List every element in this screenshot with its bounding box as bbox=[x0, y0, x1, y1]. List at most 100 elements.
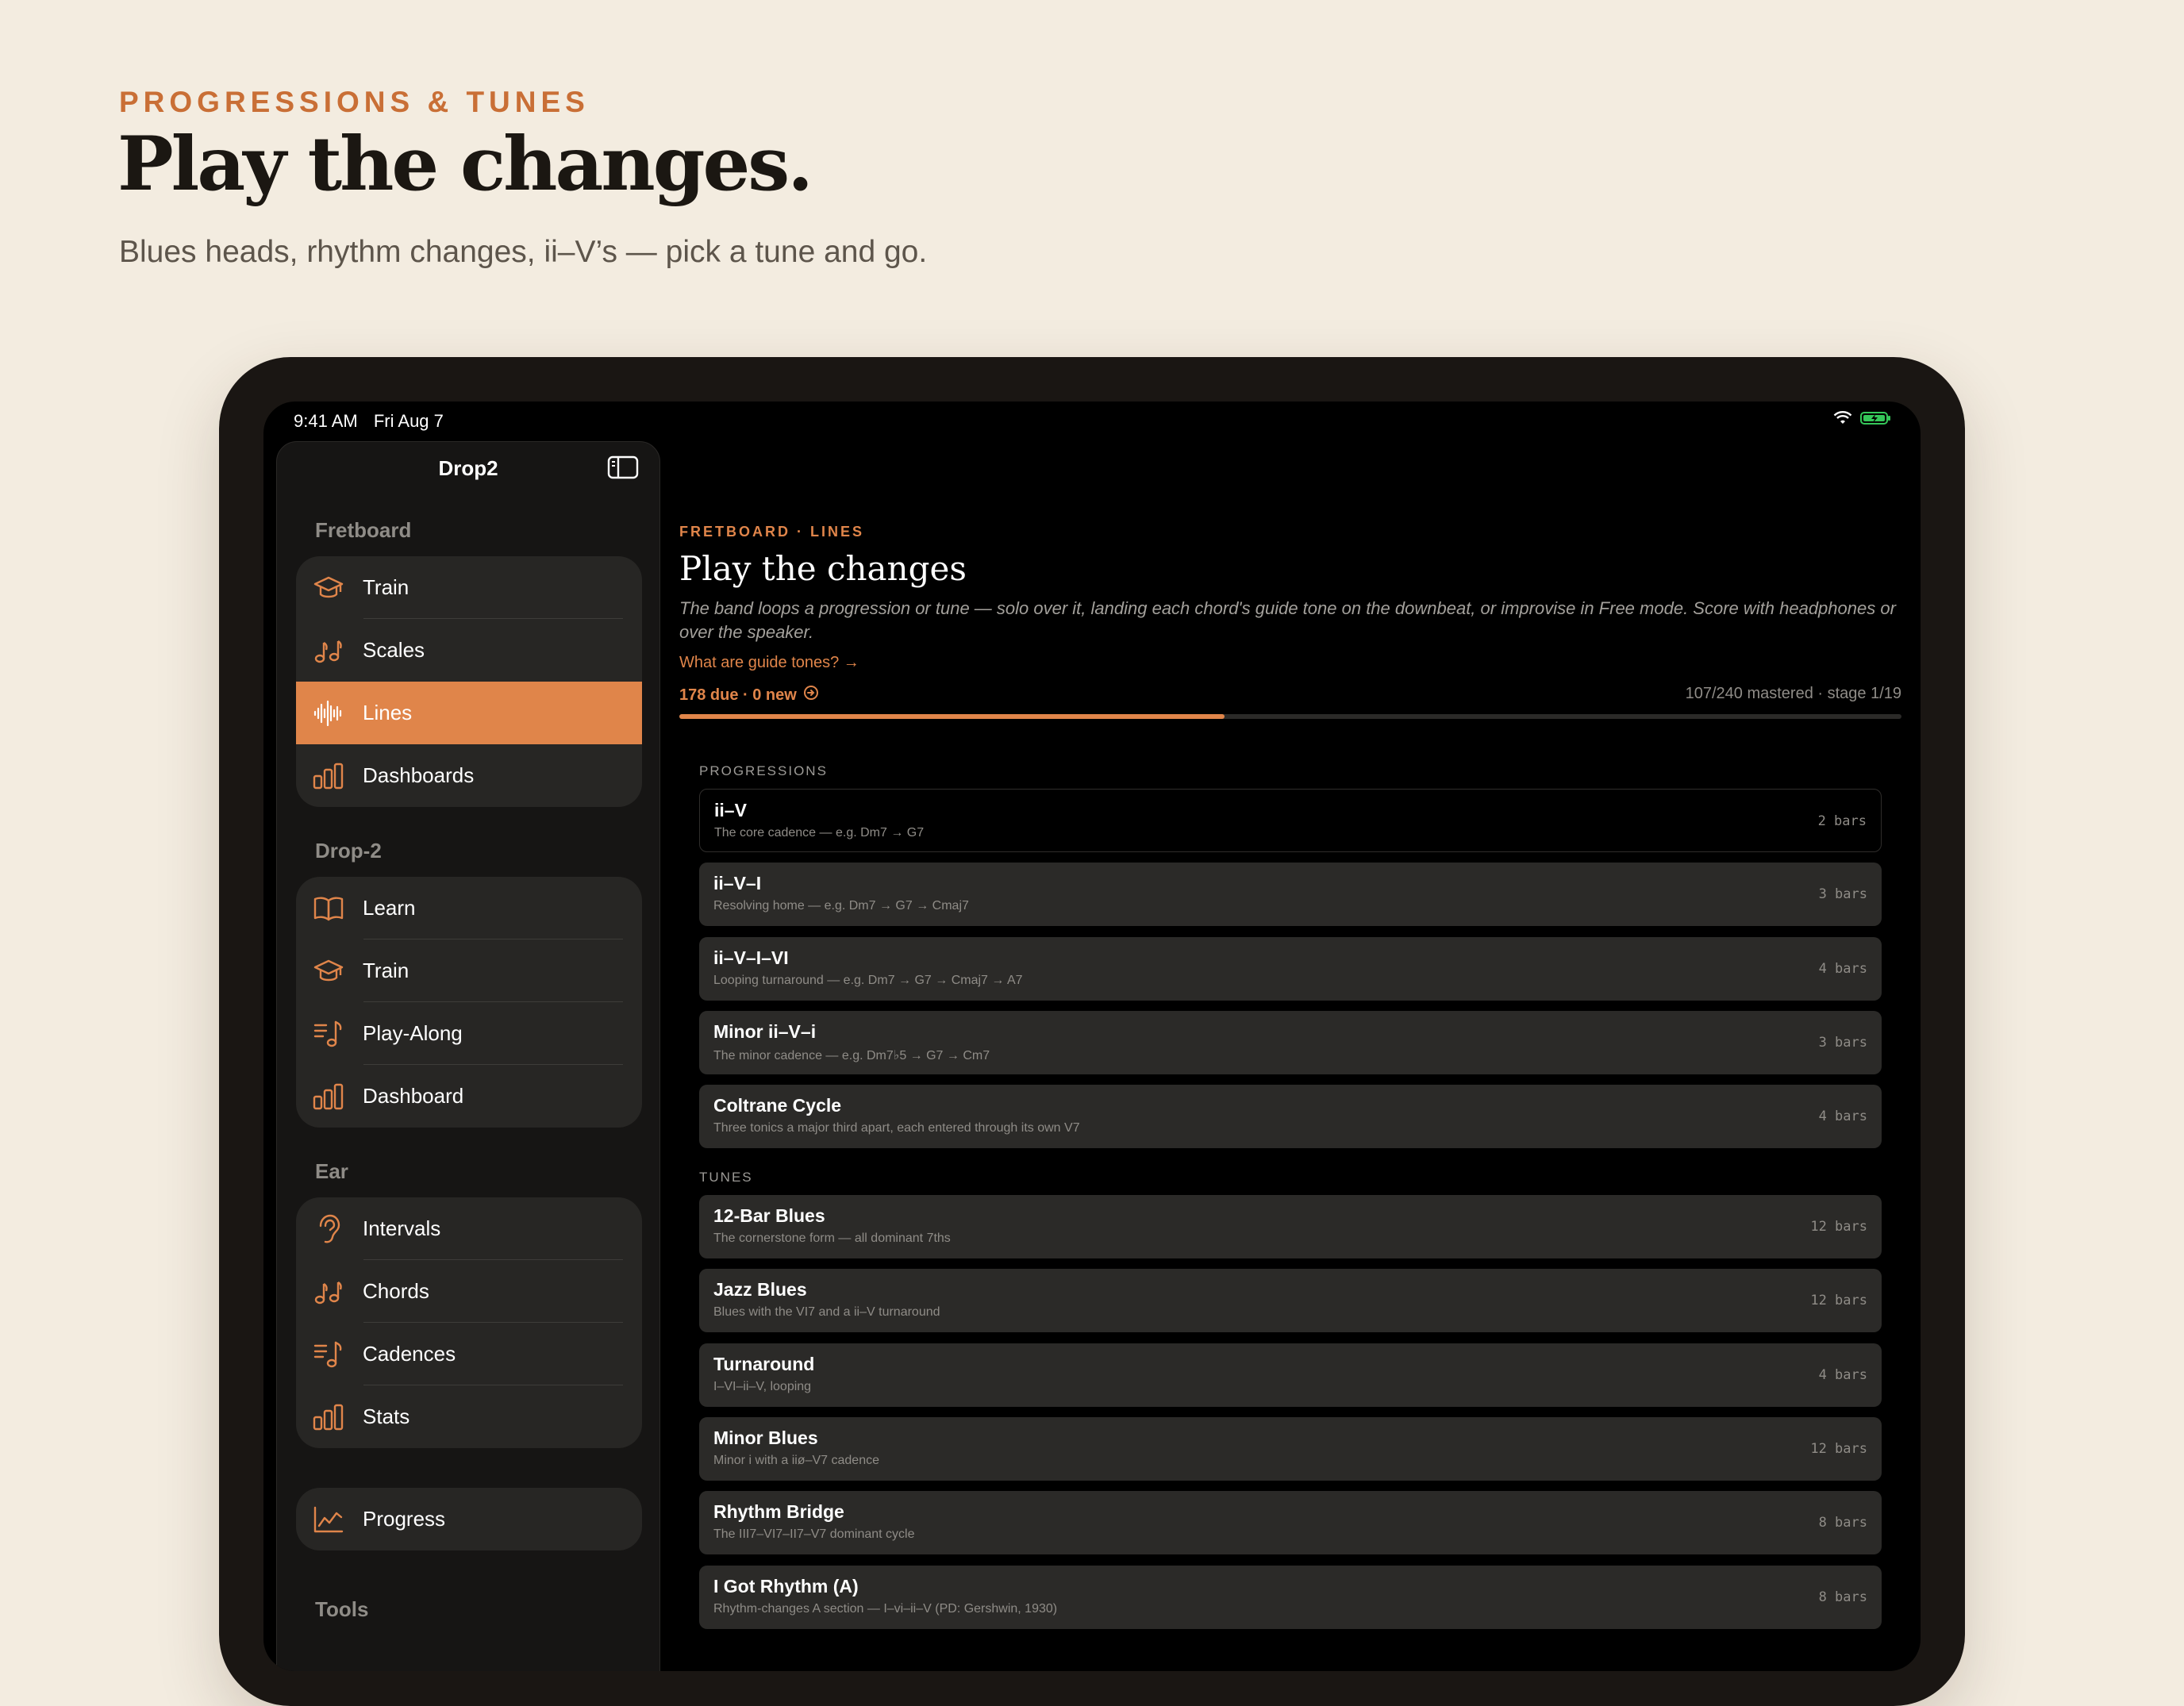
row-subtitle: The III7–VI7–II7–V7 dominant cycle bbox=[713, 1527, 915, 1542]
sidebar-item-drop2-train[interactable]: Train bbox=[296, 939, 642, 1002]
sidebar-item-dashboard[interactable]: Dashboard bbox=[296, 1065, 642, 1128]
sidebar-item-fretboard-train[interactable]: Train bbox=[296, 556, 642, 619]
sidebar-item-intervals[interactable]: Intervals bbox=[296, 1197, 642, 1260]
row-subtitle: Looping turnaround — e.g. Dm7 → G7 → Cma… bbox=[713, 973, 1023, 987]
status-date: Fri Aug 7 bbox=[373, 411, 444, 431]
graduation-cap-icon bbox=[310, 953, 347, 989]
bar-chart-icon bbox=[310, 1399, 347, 1435]
row-bar-count: 8 bars bbox=[1818, 1515, 1867, 1531]
sidebar-item-label: Chords bbox=[363, 1279, 429, 1303]
book-icon bbox=[310, 890, 347, 927]
progression-row[interactable]: Coltrane Cycle Three tonics a major third… bbox=[699, 1085, 1882, 1149]
row-bar-count: 3 bars bbox=[1818, 886, 1867, 903]
row-title: Turnaround bbox=[713, 1353, 815, 1374]
row-subtitle: Resolving home — e.g. Dm7 → G7 → Cmaj7 bbox=[713, 899, 969, 913]
tune-row[interactable]: Rhythm Bridge The III7–VI7–II7–V7 dominan… bbox=[699, 1491, 1882, 1555]
tune-row[interactable]: I Got Rhythm (A) Rhythm-changes A section… bbox=[699, 1565, 1882, 1629]
tune-row[interactable]: Jazz Blues Blues with the VI7 and a ii–V … bbox=[699, 1269, 1882, 1333]
sidebar-item-label: Intervals bbox=[363, 1216, 441, 1240]
sidebar-item-label: Progress bbox=[363, 1507, 446, 1531]
row-subtitle: I–VI–ii–V, looping bbox=[713, 1379, 812, 1393]
hero-title: Play the changes. bbox=[117, 121, 813, 208]
music-list-icon bbox=[310, 1016, 347, 1052]
sidebar-item-cadences[interactable]: Cadences bbox=[296, 1323, 642, 1385]
mastery-progress-fill bbox=[679, 714, 1225, 719]
sidebar-group-progress: Progress bbox=[296, 1488, 642, 1550]
progression-row[interactable]: ii–V–I Resolving home — e.g. Dm7 → G7 → C… bbox=[699, 863, 1882, 927]
tunes-header: TUNES bbox=[699, 1170, 753, 1185]
row-subtitle: Minor i with a iiø–V7 cadence bbox=[713, 1453, 879, 1467]
sidebar-item-progress[interactable]: Progress bbox=[296, 1488, 642, 1550]
sidebar-group-fretboard: Train Scales Lines Dashboards bbox=[296, 556, 642, 807]
sidebar-item-label: Train bbox=[363, 959, 410, 982]
progression-row[interactable]: Minor ii–V–i The minor cadence — e.g. Dm7… bbox=[699, 1010, 1882, 1074]
sidebar-item-label: Scales bbox=[363, 638, 425, 662]
sidebar-item-label: Learn bbox=[363, 896, 416, 920]
music-list-icon bbox=[310, 1336, 347, 1373]
sidebar-item-label: Cadences bbox=[363, 1342, 456, 1366]
row-title: Jazz Blues bbox=[713, 1279, 807, 1301]
sidebar-item-stats[interactable]: Stats bbox=[296, 1385, 642, 1448]
row-title: 12-Bar Blues bbox=[713, 1205, 825, 1226]
row-subtitle: Rhythm-changes A section — I–vi–ii–V (PD… bbox=[713, 1601, 1058, 1616]
status-time: 9:41 AM bbox=[294, 411, 358, 431]
tune-row[interactable]: Turnaround I–VI–ii–V, looping 4 bars bbox=[699, 1343, 1882, 1407]
sidebar-item-label: Play-Along bbox=[363, 1021, 463, 1045]
mastered-stats: 107/240 mastered · stage 1/19 bbox=[1685, 685, 1901, 702]
mastery-progress-bar bbox=[679, 714, 1901, 719]
status-bar-right bbox=[1833, 411, 1892, 429]
sidebar-item-label: Train bbox=[363, 575, 410, 599]
ear-icon bbox=[310, 1211, 347, 1247]
hero-subtitle: Blues heads, rhythm changes, ii–V’s — pi… bbox=[119, 235, 928, 269]
row-bar-count: 4 bars bbox=[1818, 1366, 1867, 1383]
progression-row[interactable]: ii–V The core cadence — e.g. Dm7 → G7 2 ba… bbox=[699, 789, 1882, 852]
row-bar-count: 4 bars bbox=[1818, 1109, 1867, 1125]
sidebar-toggle-icon[interactable] bbox=[607, 455, 639, 484]
section-eyebrow: FRETBOARD · LINES bbox=[679, 524, 864, 540]
sidebar-item-learn[interactable]: Learn bbox=[296, 877, 642, 939]
status-bar-left: 9:41 AM Fri Aug 7 bbox=[294, 411, 455, 432]
row-title: ii–V bbox=[714, 800, 747, 820]
progression-row[interactable]: ii–V–I–VI Looping turnaround — e.g. Dm7 →… bbox=[699, 936, 1882, 1001]
row-title: ii–V–I–VI bbox=[713, 947, 789, 968]
sidebar-section-ear: Ear bbox=[315, 1159, 348, 1183]
due-counter[interactable]: 178 due · 0 new bbox=[679, 685, 819, 705]
sidebar-item-label: Dashboards bbox=[363, 763, 475, 787]
row-title: Rhythm Bridge bbox=[713, 1501, 844, 1523]
page-title: Play the changes bbox=[679, 549, 967, 588]
sidebar-item-dashboards[interactable]: Dashboards bbox=[296, 744, 642, 807]
bar-chart-icon bbox=[310, 758, 347, 794]
waveform-icon bbox=[310, 695, 347, 732]
sidebar-item-play-along[interactable]: Play-Along bbox=[296, 1002, 642, 1065]
tune-row[interactable]: 12-Bar Blues The cornerstone form — all d… bbox=[699, 1195, 1882, 1258]
row-title: Minor ii–V–i bbox=[713, 1020, 817, 1042]
row-bar-count: 12 bars bbox=[1810, 1440, 1867, 1457]
row-subtitle: The cornerstone form — all dominant 7ths bbox=[713, 1231, 951, 1245]
wifi-icon bbox=[1833, 411, 1852, 429]
row-title: ii–V–I bbox=[713, 873, 762, 894]
progressions-header: PROGRESSIONS bbox=[699, 763, 828, 778]
graduation-cap-icon bbox=[310, 570, 347, 606]
sidebar-item-label: Stats bbox=[363, 1404, 410, 1428]
hero-eyebrow: PROGRESSIONS & TUNES bbox=[119, 86, 590, 118]
row-title: Minor Blues bbox=[713, 1427, 818, 1448]
tune-row[interactable]: Minor Blues Minor i with a iiø–V7 cadence… bbox=[699, 1416, 1882, 1481]
guide-tones-link[interactable]: What are guide tones? → bbox=[679, 654, 859, 672]
row-bar-count: 12 bars bbox=[1810, 1293, 1867, 1309]
battery-icon bbox=[1860, 411, 1892, 429]
row-subtitle: The minor cadence — e.g. Dm7♭5 → G7 → Cm… bbox=[713, 1048, 990, 1062]
sidebar-section-fretboard: Fretboard bbox=[315, 518, 412, 542]
music-notes-icon bbox=[310, 1274, 347, 1310]
music-notes-icon bbox=[310, 632, 347, 669]
due-label: 178 due · 0 new bbox=[679, 686, 797, 704]
sidebar-section-tools: Tools bbox=[315, 1597, 369, 1621]
bar-chart-icon bbox=[310, 1078, 347, 1115]
row-bar-count: 8 bars bbox=[1818, 1589, 1867, 1605]
sidebar-item-scales[interactable]: Scales bbox=[296, 619, 642, 682]
sidebar-item-chords[interactable]: Chords bbox=[296, 1260, 642, 1323]
page-description: The band loops a progression or tune — s… bbox=[679, 598, 1896, 642]
arrow-circle-icon bbox=[803, 685, 819, 705]
sidebar-item-lines[interactable]: Lines bbox=[296, 682, 642, 744]
sidebar-item-label: Lines bbox=[363, 701, 413, 724]
row-subtitle: Blues with the VI7 and a ii–V turnaround bbox=[713, 1305, 940, 1320]
